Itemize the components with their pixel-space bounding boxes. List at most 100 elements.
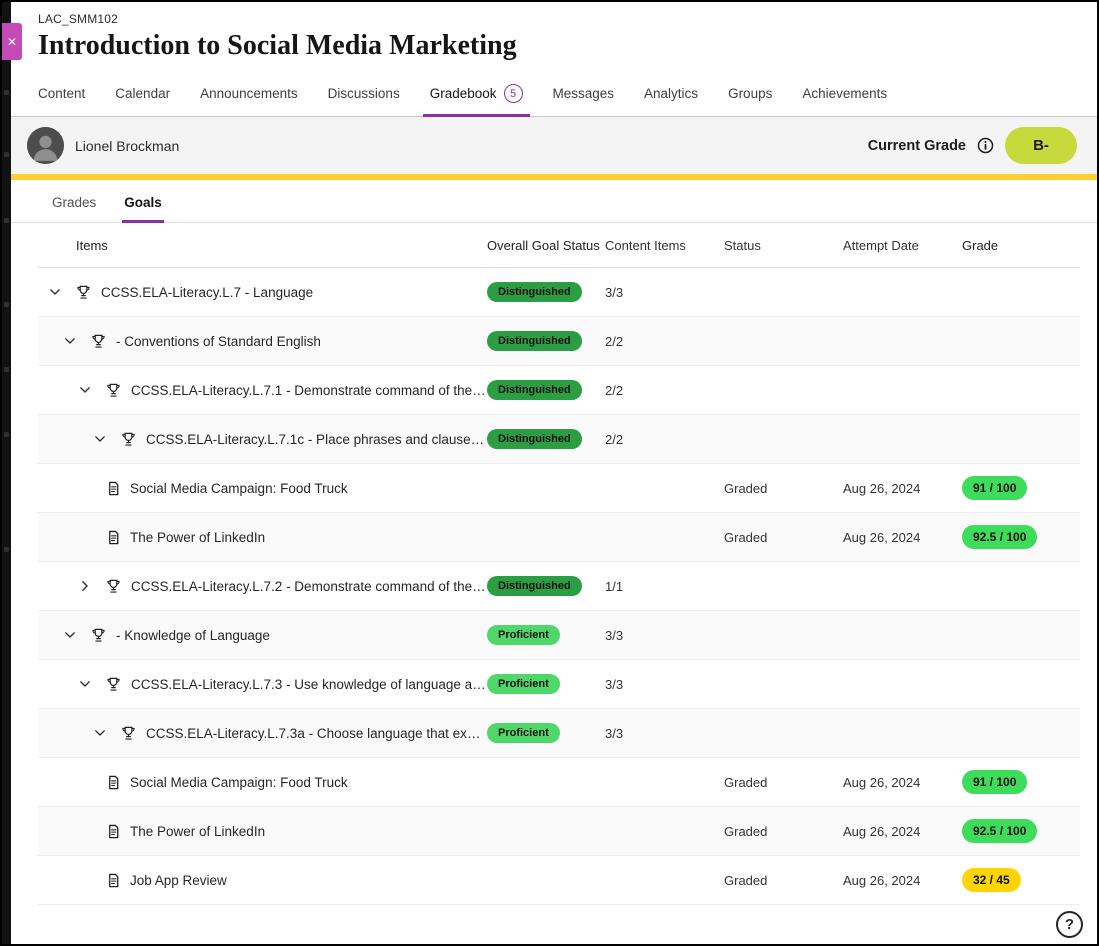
- column-status: Status: [724, 238, 761, 253]
- table-row[interactable]: Social Media Campaign: Food Truck Graded…: [38, 464, 1080, 513]
- table-row[interactable]: - Knowledge of Language Proficient 3/3: [38, 611, 1080, 660]
- item-status: Graded: [724, 775, 767, 790]
- trophy-icon: [120, 431, 137, 448]
- attempt-date: Aug 26, 2024: [843, 775, 920, 790]
- content-items-count: 2/2: [605, 334, 623, 349]
- column-attempt-date: Attempt Date: [843, 238, 919, 253]
- avatar: [27, 127, 64, 164]
- row-label: CCSS.ELA-Literacy.L.7 - Language: [101, 285, 313, 300]
- sidebar-mini-icon: [4, 547, 9, 552]
- subtab-label: Goals: [124, 195, 162, 210]
- table-row[interactable]: CCSS.ELA-Literacy.L.7.3 - Use knowledge …: [38, 660, 1080, 709]
- nav-tab-analytics[interactable]: Analytics: [644, 78, 698, 116]
- trophy-icon: [105, 382, 122, 399]
- goal-status-pill: Distinguished: [487, 282, 582, 302]
- chevron-down-icon[interactable]: [47, 285, 62, 300]
- row-label: - Knowledge of Language: [116, 628, 270, 643]
- attempt-date: Aug 26, 2024: [843, 824, 920, 839]
- goal-status-pill: Distinguished: [487, 429, 582, 449]
- goals-table: Items Overall Goal Status Content Items …: [38, 223, 1080, 944]
- row-label: CCSS.ELA-Literacy.L.7.1 - Demonstrate co…: [131, 383, 487, 398]
- table-row[interactable]: The Power of LinkedIn Graded Aug 26, 202…: [38, 807, 1080, 856]
- table-row[interactable]: CCSS.ELA-Literacy.L.7.1 - Demonstrate co…: [38, 366, 1080, 415]
- table-row[interactable]: The Power of LinkedIn Graded Aug 26, 202…: [38, 513, 1080, 562]
- page-title: Introduction to Social Media Marketing: [38, 30, 1097, 62]
- chevron-down-icon[interactable]: [62, 628, 77, 643]
- table-row[interactable]: CCSS.ELA-Literacy.L.7.1c - Place phrases…: [38, 415, 1080, 464]
- nav-tab-label: Groups: [728, 86, 772, 101]
- subtab-grades[interactable]: Grades: [50, 180, 98, 222]
- row-label: CCSS.ELA-Literacy.L.7.3a - Choose langua…: [146, 726, 487, 741]
- column-items: Items: [76, 238, 108, 253]
- column-grade: Grade: [962, 238, 998, 253]
- table-row[interactable]: Job App Review Graded Aug 26, 2024 32 / …: [38, 856, 1080, 905]
- row-label: Job App Review: [130, 873, 227, 888]
- attempt-date: Aug 26, 2024: [843, 481, 920, 496]
- table-row[interactable]: - Conventions of Standard English Distin…: [38, 317, 1080, 366]
- grade-pill: 32 / 45: [962, 868, 1021, 892]
- document-icon: [106, 481, 121, 496]
- row-label: Social Media Campaign: Food Truck: [130, 775, 348, 790]
- nav-tab-achievements[interactable]: Achievements: [802, 78, 887, 116]
- document-icon: [106, 775, 121, 790]
- table-row[interactable]: CCSS.ELA-Literacy.L.7 - Language Disting…: [38, 268, 1080, 317]
- nav-tab-groups[interactable]: Groups: [728, 78, 772, 116]
- chevron-down-icon[interactable]: [92, 432, 107, 447]
- chevron-right-icon[interactable]: [77, 579, 92, 594]
- goal-status-pill: Distinguished: [487, 380, 582, 400]
- content-items-count: 1/1: [605, 579, 623, 594]
- nav-tab-label: Calendar: [115, 86, 170, 101]
- nav-tab-calendar[interactable]: Calendar: [115, 78, 170, 116]
- trophy-icon: [120, 725, 137, 742]
- row-label: The Power of LinkedIn: [130, 824, 265, 839]
- goals-table-body: CCSS.ELA-Literacy.L.7 - Language Disting…: [38, 268, 1080, 905]
- trophy-icon: [105, 578, 122, 595]
- row-label: Social Media Campaign: Food Truck: [130, 481, 348, 496]
- subtab-goals[interactable]: Goals: [122, 180, 164, 222]
- gradebook-goals-screen: ✕ LAC_SMM102 Introduction to Social Medi…: [0, 0, 1099, 946]
- grade-pill: 91 / 100: [962, 476, 1027, 500]
- nav-tab-gradebook[interactable]: Gradebook 5: [430, 78, 523, 116]
- nav-tab-label: Achievements: [802, 86, 887, 101]
- content-items-count: 2/2: [605, 383, 623, 398]
- trophy-icon: [90, 627, 107, 644]
- chevron-down-icon[interactable]: [77, 383, 92, 398]
- table-row[interactable]: Social Media Campaign: Food Truck Graded…: [38, 758, 1080, 807]
- subtab-label: Grades: [52, 195, 96, 210]
- course-nav: Content Calendar Announcements Discussio…: [11, 78, 1097, 117]
- row-label: - Conventions of Standard English: [116, 334, 321, 349]
- goal-status-pill: Proficient: [487, 674, 560, 694]
- sidebar-mini-icon: [4, 90, 9, 95]
- chevron-down-icon[interactable]: [77, 677, 92, 692]
- content-items-count: 3/3: [605, 285, 623, 300]
- overall-grade-pill[interactable]: B-: [1005, 127, 1077, 164]
- collapsed-sidebar[interactable]: [2, 2, 11, 944]
- attempt-date: Aug 26, 2024: [843, 873, 920, 888]
- item-status: Graded: [724, 873, 767, 888]
- nav-tab-label: Discussions: [328, 86, 400, 101]
- table-row[interactable]: CCSS.ELA-Literacy.L.7.3a - Choose langua…: [38, 709, 1080, 758]
- table-row[interactable]: CCSS.ELA-Literacy.L.7.2 - Demonstrate co…: [38, 562, 1080, 611]
- content-items-count: 2/2: [605, 432, 623, 447]
- nav-tab-announcements[interactable]: Announcements: [200, 78, 298, 116]
- help-button[interactable]: ?: [1056, 911, 1083, 938]
- sidebar-mini-icon: [4, 302, 9, 307]
- trophy-icon: [105, 676, 122, 693]
- document-icon: [106, 873, 121, 888]
- nav-tab-content[interactable]: Content: [38, 78, 85, 116]
- goal-status-pill: Proficient: [487, 723, 560, 743]
- chevron-down-icon[interactable]: [92, 726, 107, 741]
- chevron-down-icon[interactable]: [62, 334, 77, 349]
- info-icon[interactable]: [977, 137, 994, 154]
- question-mark-icon: ?: [1065, 916, 1074, 933]
- student-name: Lionel Brockman: [75, 138, 179, 154]
- gradebook-subtabs: Grades Goals: [11, 180, 1097, 223]
- item-status: Graded: [724, 530, 767, 545]
- column-overall-goal-status: Overall Goal Status: [487, 238, 600, 253]
- nav-tab-label: Content: [38, 86, 85, 101]
- nav-tab-discussions[interactable]: Discussions: [328, 78, 400, 116]
- attempt-date: Aug 26, 2024: [843, 530, 920, 545]
- nav-tab-messages[interactable]: Messages: [553, 78, 615, 116]
- close-panel-button[interactable]: ✕: [2, 23, 22, 60]
- nav-tab-badge: 5: [504, 84, 523, 103]
